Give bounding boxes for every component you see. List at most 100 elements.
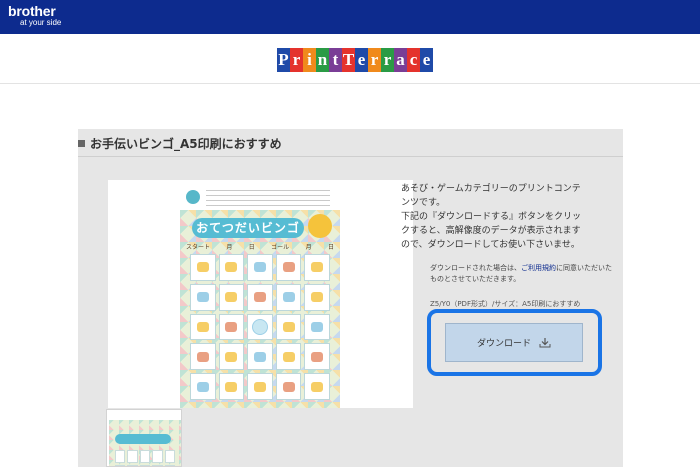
month-label: 月	[226, 244, 233, 251]
sheet-text-lines	[206, 190, 330, 206]
brand-tagline: at your side	[20, 18, 62, 27]
thumbnail-cell	[152, 450, 163, 463]
chore-illustration-icon	[196, 381, 209, 392]
chore-illustration-icon	[251, 318, 268, 335]
title-bullet-icon	[78, 140, 85, 147]
chore-illustration-icon	[253, 381, 266, 392]
goal-label: ゴール	[271, 244, 290, 251]
chore-illustration-icon	[225, 262, 238, 273]
chore-illustration-icon	[253, 262, 266, 273]
description-line: ンツです。	[401, 198, 446, 208]
bingo-cell	[218, 343, 245, 371]
chore-illustration-icon	[225, 351, 238, 362]
chore-illustration-icon	[311, 292, 324, 303]
cat-character-icon	[308, 214, 332, 238]
bingo-cell	[190, 313, 216, 341]
description-line: ので、ダウンロードしてお使い下さいませ。	[401, 240, 580, 250]
thumbnail-cell	[139, 450, 151, 463]
terms-note-prefix: ダウンロードされた場合は、	[430, 264, 521, 272]
chore-illustration-icon	[282, 321, 295, 332]
brother-logo[interactable]: brother at your side	[8, 4, 61, 28]
bingo-cell	[304, 283, 330, 311]
panel-title-row: お手伝いビンゴ_A5印刷におすすめ	[78, 129, 623, 157]
description-line: クすると、高解像度のデータが表示されます	[401, 226, 581, 236]
download-button[interactable]: ダウンロード	[445, 323, 583, 362]
chore-illustration-icon	[311, 381, 324, 392]
sheet-badge-icon	[186, 190, 200, 204]
chore-illustration-icon	[196, 351, 209, 362]
bingo-cell	[275, 373, 302, 400]
thumbnail-cell	[115, 450, 126, 463]
chore-illustration-icon	[282, 351, 295, 362]
logo-letter: n	[316, 48, 329, 72]
chore-illustration-icon	[196, 262, 209, 273]
bingo-cell	[218, 313, 245, 341]
site-header: PrintTerrace	[0, 34, 700, 84]
bingo-cell	[304, 373, 330, 400]
chore-illustration-icon	[282, 292, 295, 303]
bingo-cell	[304, 254, 330, 281]
description: あそび・ゲームカテゴリーのプリントコンテ ンツです。 下記の『ダウンロードする』…	[401, 182, 611, 252]
preview-image: おてつだいビンゴ スタート 月 日 ゴール 月 日	[108, 180, 413, 408]
chore-illustration-icon	[225, 292, 238, 303]
bingo-cell	[247, 373, 273, 400]
bingo-cell	[275, 283, 302, 311]
logo-letter: P	[277, 48, 290, 72]
chore-illustration-icon	[253, 351, 266, 362]
terms-link[interactable]: ご利用規約	[521, 264, 556, 272]
start-label: スタート	[186, 244, 211, 251]
day-label: 日	[327, 244, 334, 251]
thumbnail[interactable]	[106, 409, 182, 467]
thumbnail-cell	[164, 450, 175, 463]
logo-letter: i	[303, 48, 316, 72]
logo-letter: T	[342, 48, 355, 72]
download-icon	[539, 337, 551, 348]
bingo-cell	[275, 343, 302, 371]
bingo-grid	[190, 254, 330, 400]
logo-letter: r	[368, 48, 381, 72]
logo-letter: r	[290, 48, 303, 72]
description-line: あそび・ゲームカテゴリーのプリントコンテ	[401, 184, 581, 194]
bingo-cell	[190, 373, 216, 400]
bingo-cell	[190, 283, 216, 311]
print-terrace-logo[interactable]: PrintTerrace	[277, 48, 433, 72]
bingo-cell	[190, 254, 216, 281]
thumbnail-title-bar	[115, 434, 171, 444]
day-label: 日	[248, 244, 255, 251]
chore-illustration-icon	[282, 262, 295, 273]
bingo-cell	[247, 313, 273, 341]
sheet-date-row: スタート 月 日 ゴール 月 日	[186, 242, 334, 252]
chore-illustration-icon	[225, 321, 238, 332]
logo-letter: e	[420, 48, 433, 72]
bingo-cell	[218, 283, 245, 311]
content-panel: お手伝いビンゴ_A5印刷におすすめ おてつだいビンゴ スタート 月 日 ゴール …	[78, 129, 623, 467]
month-label: 月	[305, 244, 312, 251]
bingo-cell	[304, 343, 330, 371]
bingo-cell	[304, 313, 330, 341]
chore-illustration-icon	[253, 292, 266, 303]
chore-illustration-icon	[225, 381, 238, 392]
description-line: 下記の『ダウンロードする』ボタンをクリッ	[401, 212, 582, 222]
download-label: ダウンロード	[476, 339, 531, 349]
bingo-cell	[275, 254, 302, 281]
thumbnail-grid	[115, 450, 175, 466]
top-bar: brother at your side	[0, 0, 700, 34]
thumbnail-image	[109, 420, 181, 466]
sheet-body: おてつだいビンゴ スタート 月 日 ゴール 月 日	[180, 210, 340, 408]
terms-note: ダウンロードされた場合は、ご利用規約に同意いただいたものとさせていただきます。	[430, 263, 615, 285]
chore-illustration-icon	[311, 321, 324, 332]
bingo-sheet-image: おてつだいビンゴ スタート 月 日 ゴール 月 日	[180, 184, 340, 408]
bingo-cell	[218, 373, 245, 400]
chore-illustration-icon	[282, 381, 295, 392]
sheet-title: おてつだいビンゴ	[192, 218, 304, 238]
sheet-instructions	[186, 188, 334, 210]
chore-illustration-icon	[196, 321, 209, 332]
file-info: Z5/Y0（PDF形式）/サイズ：A5印刷におすすめ	[430, 300, 581, 308]
logo-letter: a	[394, 48, 407, 72]
bingo-cell	[247, 343, 273, 371]
logo-letter: c	[407, 48, 420, 72]
logo-letter: e	[355, 48, 368, 72]
page-title: お手伝いビンゴ_A5印刷におすすめ	[90, 137, 282, 151]
thumbnail-cell	[127, 450, 138, 463]
logo-letter: r	[381, 48, 394, 72]
